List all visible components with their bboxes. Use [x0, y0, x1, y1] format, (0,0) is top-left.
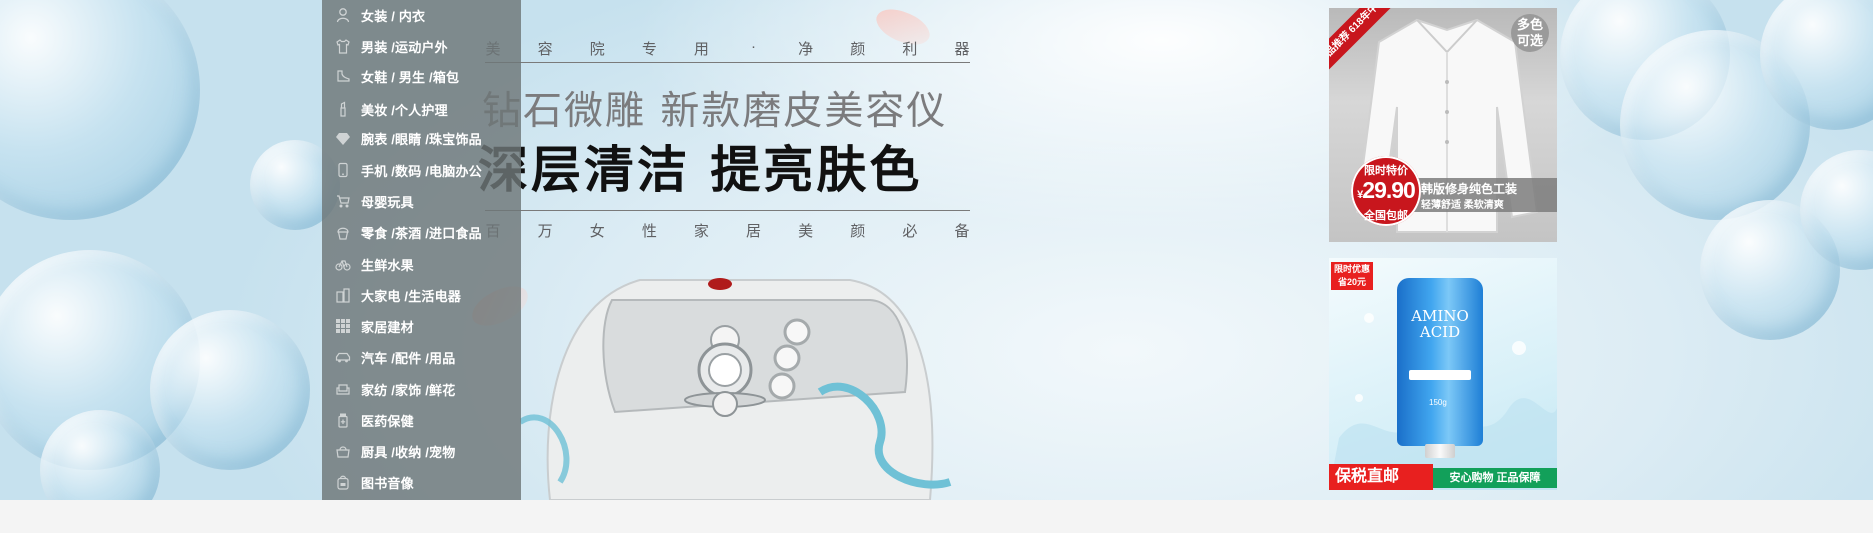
price-badge: 限时特价 ¥29.90 全国包邮 [1351, 156, 1421, 226]
category-label: 女装 / 内衣 [361, 8, 426, 24]
category-label: 大家电 /生活电器 [361, 288, 462, 304]
subtitle-bottom: 百 万 女 性 家 居 美 颜 必 备 [485, 220, 970, 241]
category-item[interactable]: 男装 /运动户外 [322, 32, 521, 60]
cookware-icon [334, 442, 352, 460]
cleanser-tube-image [1397, 278, 1483, 446]
multi-color-badge: 多色 可选 [1511, 14, 1549, 52]
subtitle-char: · [751, 38, 757, 55]
female-person-icon [334, 6, 352, 24]
category-label: 女鞋 / 男生 /箱包 [361, 69, 460, 85]
limited-offer-line1: 限时优惠 [1333, 264, 1370, 274]
category-label: 厨具 /收纳 /宠物 [361, 444, 456, 460]
subtitle-top: 美 容 院 专 用 · 净 颜 利 器 [485, 38, 970, 59]
category-item[interactable]: 零食 /茶酒 /进口食品 [322, 218, 521, 246]
stroller-icon [334, 192, 352, 210]
shirt-subtitle: 轻薄舒适 柔软清爽 [1421, 200, 1504, 211]
category-item[interactable]: 家居建材 [322, 312, 521, 340]
headline-primary: 钻石微雕 新款磨皮美容仪 [482, 89, 948, 134]
category-label: 男装 /运动户外 [361, 39, 448, 55]
subtitle-char: 女 [589, 223, 605, 240]
bubble-decoration [0, 0, 200, 220]
subtitle-char: 居 [746, 223, 762, 240]
book-bag-icon [334, 473, 352, 491]
shirt-title: 韩版修身纯色工装 [1421, 182, 1518, 196]
category-item[interactable]: 女装 / 内衣 [322, 1, 521, 29]
price-amount: 29.90 [1362, 177, 1416, 203]
trust-guarantee-label: 安心购物 正品保障 [1433, 468, 1557, 488]
bicycle-icon [334, 255, 352, 273]
category-label: 医药保健 [361, 413, 414, 429]
price-label: 限时特价 [1364, 165, 1408, 177]
subtitle-char: 性 [641, 223, 657, 240]
beauty-device-image[interactable] [520, 262, 960, 500]
category-item[interactable]: 图书音像 [322, 468, 521, 496]
diamond-icon [334, 129, 352, 147]
cupcake-icon [334, 223, 352, 241]
category-label: 美妆 /个人护理 [361, 102, 448, 118]
category-label: 母婴玩具 [361, 194, 414, 210]
category-item[interactable]: 母婴玩具 [322, 187, 521, 215]
category-item[interactable]: 美妆 /个人护理 [322, 95, 521, 123]
category-label: 零食 /茶酒 /进口食品 [361, 225, 482, 241]
subtitle-char: 专 [641, 41, 657, 58]
subtitle-char: 颜 [850, 41, 866, 58]
category-label: 腕表 /眼睛 /珠宝饰品 [361, 131, 482, 147]
divider-line [485, 62, 970, 63]
category-label: 汽车 /配件 /用品 [361, 350, 456, 366]
category-sidebar: 女装 / 内衣 男装 /运动户外 女鞋 / 男生 /箱包 美妆 /个人护理 腕表… [322, 0, 521, 500]
medicine-bottle-icon [334, 411, 352, 429]
category-item[interactable]: 手机 /数码 /电脑办公 [322, 156, 521, 184]
category-label: 图书音像 [361, 475, 414, 491]
headline-secondary: 深层清洁 提亮肤色 [478, 141, 923, 199]
limited-offer-line2: 省20元 [1337, 277, 1366, 287]
category-label: 生鲜水果 [361, 257, 414, 273]
subtitle-char: 用 [693, 41, 709, 58]
tube-label-band [1409, 370, 1471, 380]
promo-banner[interactable]: 美 容 院 专 用 · 净 颜 利 器 钻石微雕 新款磨皮美容仪 深层清洁 提亮… [0, 0, 1873, 500]
subtitle-char: 器 [954, 41, 970, 58]
sofa-icon [334, 380, 352, 398]
lipstick-icon [334, 100, 352, 118]
subtitle-char: 净 [798, 41, 814, 58]
ad-card-shirt[interactable]: 精品推荐 618年中大促 多色 可选 韩版修身纯色工装 轻薄舒适 柔软清爽 限时… [1329, 8, 1557, 242]
category-item[interactable]: 厨具 /收纳 /宠物 [322, 437, 521, 465]
bubble-decoration [150, 310, 310, 470]
category-item[interactable]: 大家电 /生活电器 [322, 281, 521, 309]
shirt-title-band: 韩版修身纯色工装 轻薄舒适 柔软清爽 [1413, 178, 1557, 212]
appliance-icon [334, 286, 352, 304]
shoe-icon [334, 67, 352, 85]
subtitle-char: 美 [798, 223, 814, 240]
free-shipping-label: 全国包邮 [1364, 210, 1408, 222]
category-item[interactable]: 腕表 /眼睛 /珠宝饰品 [322, 124, 521, 152]
phone-icon [334, 161, 352, 179]
subtitle-char: 利 [902, 41, 918, 58]
subtitle-char: 家 [693, 223, 709, 240]
subtitle-char: 颜 [850, 223, 866, 240]
shirt-icon [334, 37, 352, 55]
ad-card-cleanser[interactable]: AMINO ACID 150g 限时优惠 省20元 保税直邮 安心购物 正品保障 [1329, 258, 1557, 490]
category-item[interactable]: 女鞋 / 男生 /箱包 [322, 62, 521, 90]
subtitle-char: 万 [537, 223, 553, 240]
bonded-direct-label: 保税直邮 [1329, 464, 1433, 490]
category-label: 家居建材 [361, 319, 414, 335]
category-label: 家纺 /家饰 /鲜花 [361, 382, 456, 398]
price-value: ¥29.90 [1351, 178, 1421, 207]
cleanser-weight: 150g [1429, 398, 1447, 407]
category-item[interactable]: 汽车 /配件 /用品 [322, 343, 521, 371]
grid-icon [334, 317, 352, 335]
cleanser-brand: AMINO ACID [1411, 307, 1469, 341]
limited-offer-badge: 限时优惠 省20元 [1331, 262, 1373, 290]
subtitle-char: 院 [589, 41, 605, 58]
category-item[interactable]: 家纺 /家饰 /鲜花 [322, 375, 521, 403]
car-icon [334, 348, 352, 366]
category-label: 手机 /数码 /电脑办公 [361, 163, 482, 179]
category-item[interactable]: 生鲜水果 [322, 250, 521, 278]
subtitle-char: 容 [537, 41, 553, 58]
category-item[interactable]: 医药保健 [322, 406, 521, 434]
tube-cap [1425, 444, 1455, 458]
subtitle-char: 备 [954, 223, 970, 240]
subtitle-char: 必 [902, 223, 918, 240]
divider-line [485, 210, 970, 211]
